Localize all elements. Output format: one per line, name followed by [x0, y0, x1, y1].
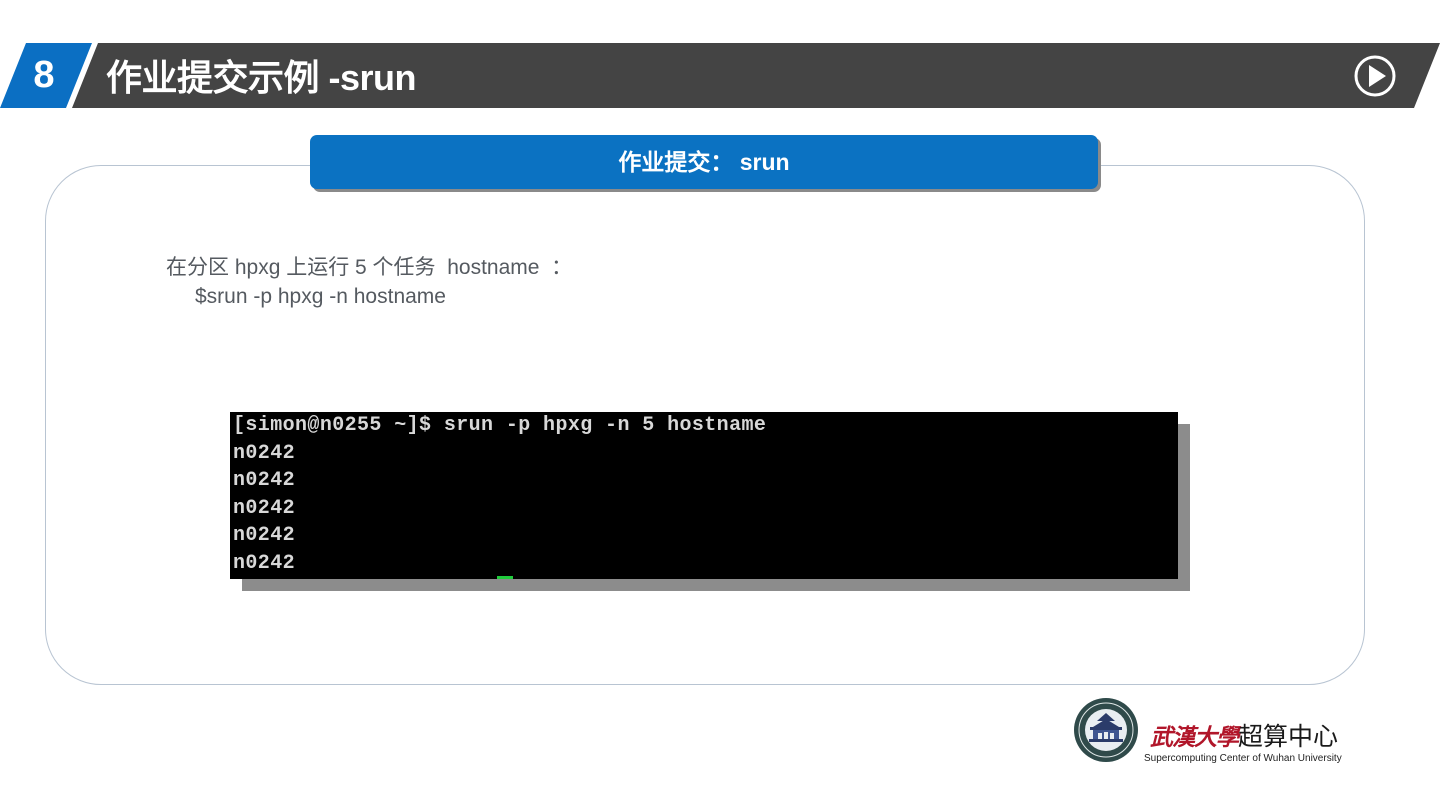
logo-english-name: Supercomputing Center of Wuhan Universit… — [1144, 753, 1342, 764]
terminal-window: [simon@n0255 ~]$ srun -p hpxg -n 5 hostn… — [230, 412, 1178, 579]
page-title: 作业提交示例 -srun — [106, 57, 417, 98]
description: 在分区 hpxg 上运行 5 个任务 hostname ： $srun -p h… — [166, 253, 572, 311]
center-name: 超算中心 — [1238, 722, 1339, 751]
logo-text: 武漢大學超算中心 — [1150, 720, 1338, 754]
terminal-line: n0242 — [233, 441, 296, 465]
terminal-line: n0242 — [233, 551, 296, 575]
section-heading: 作业提交： srun — [310, 135, 1098, 189]
terminal-line: n0242 — [233, 496, 296, 520]
section-number: 8 — [33, 54, 55, 96]
terminal-line: n0242 — [233, 524, 296, 548]
description-line: 在分区 hpxg 上运行 5 个任务 hostname ： — [166, 256, 573, 279]
terminal-cursor — [497, 576, 513, 579]
terminal-line: n0242 — [233, 469, 296, 493]
terminal-line: [simon@n0255 ~]$ srun -p hpxg -n 5 hostn… — [233, 414, 767, 437]
university-seal-icon — [1074, 698, 1138, 762]
university-name: 武漢大學 — [1150, 724, 1239, 751]
command-example: $srun -p hpxg -n hostname — [195, 285, 446, 308]
play-circle-icon[interactable] — [1354, 55, 1396, 97]
